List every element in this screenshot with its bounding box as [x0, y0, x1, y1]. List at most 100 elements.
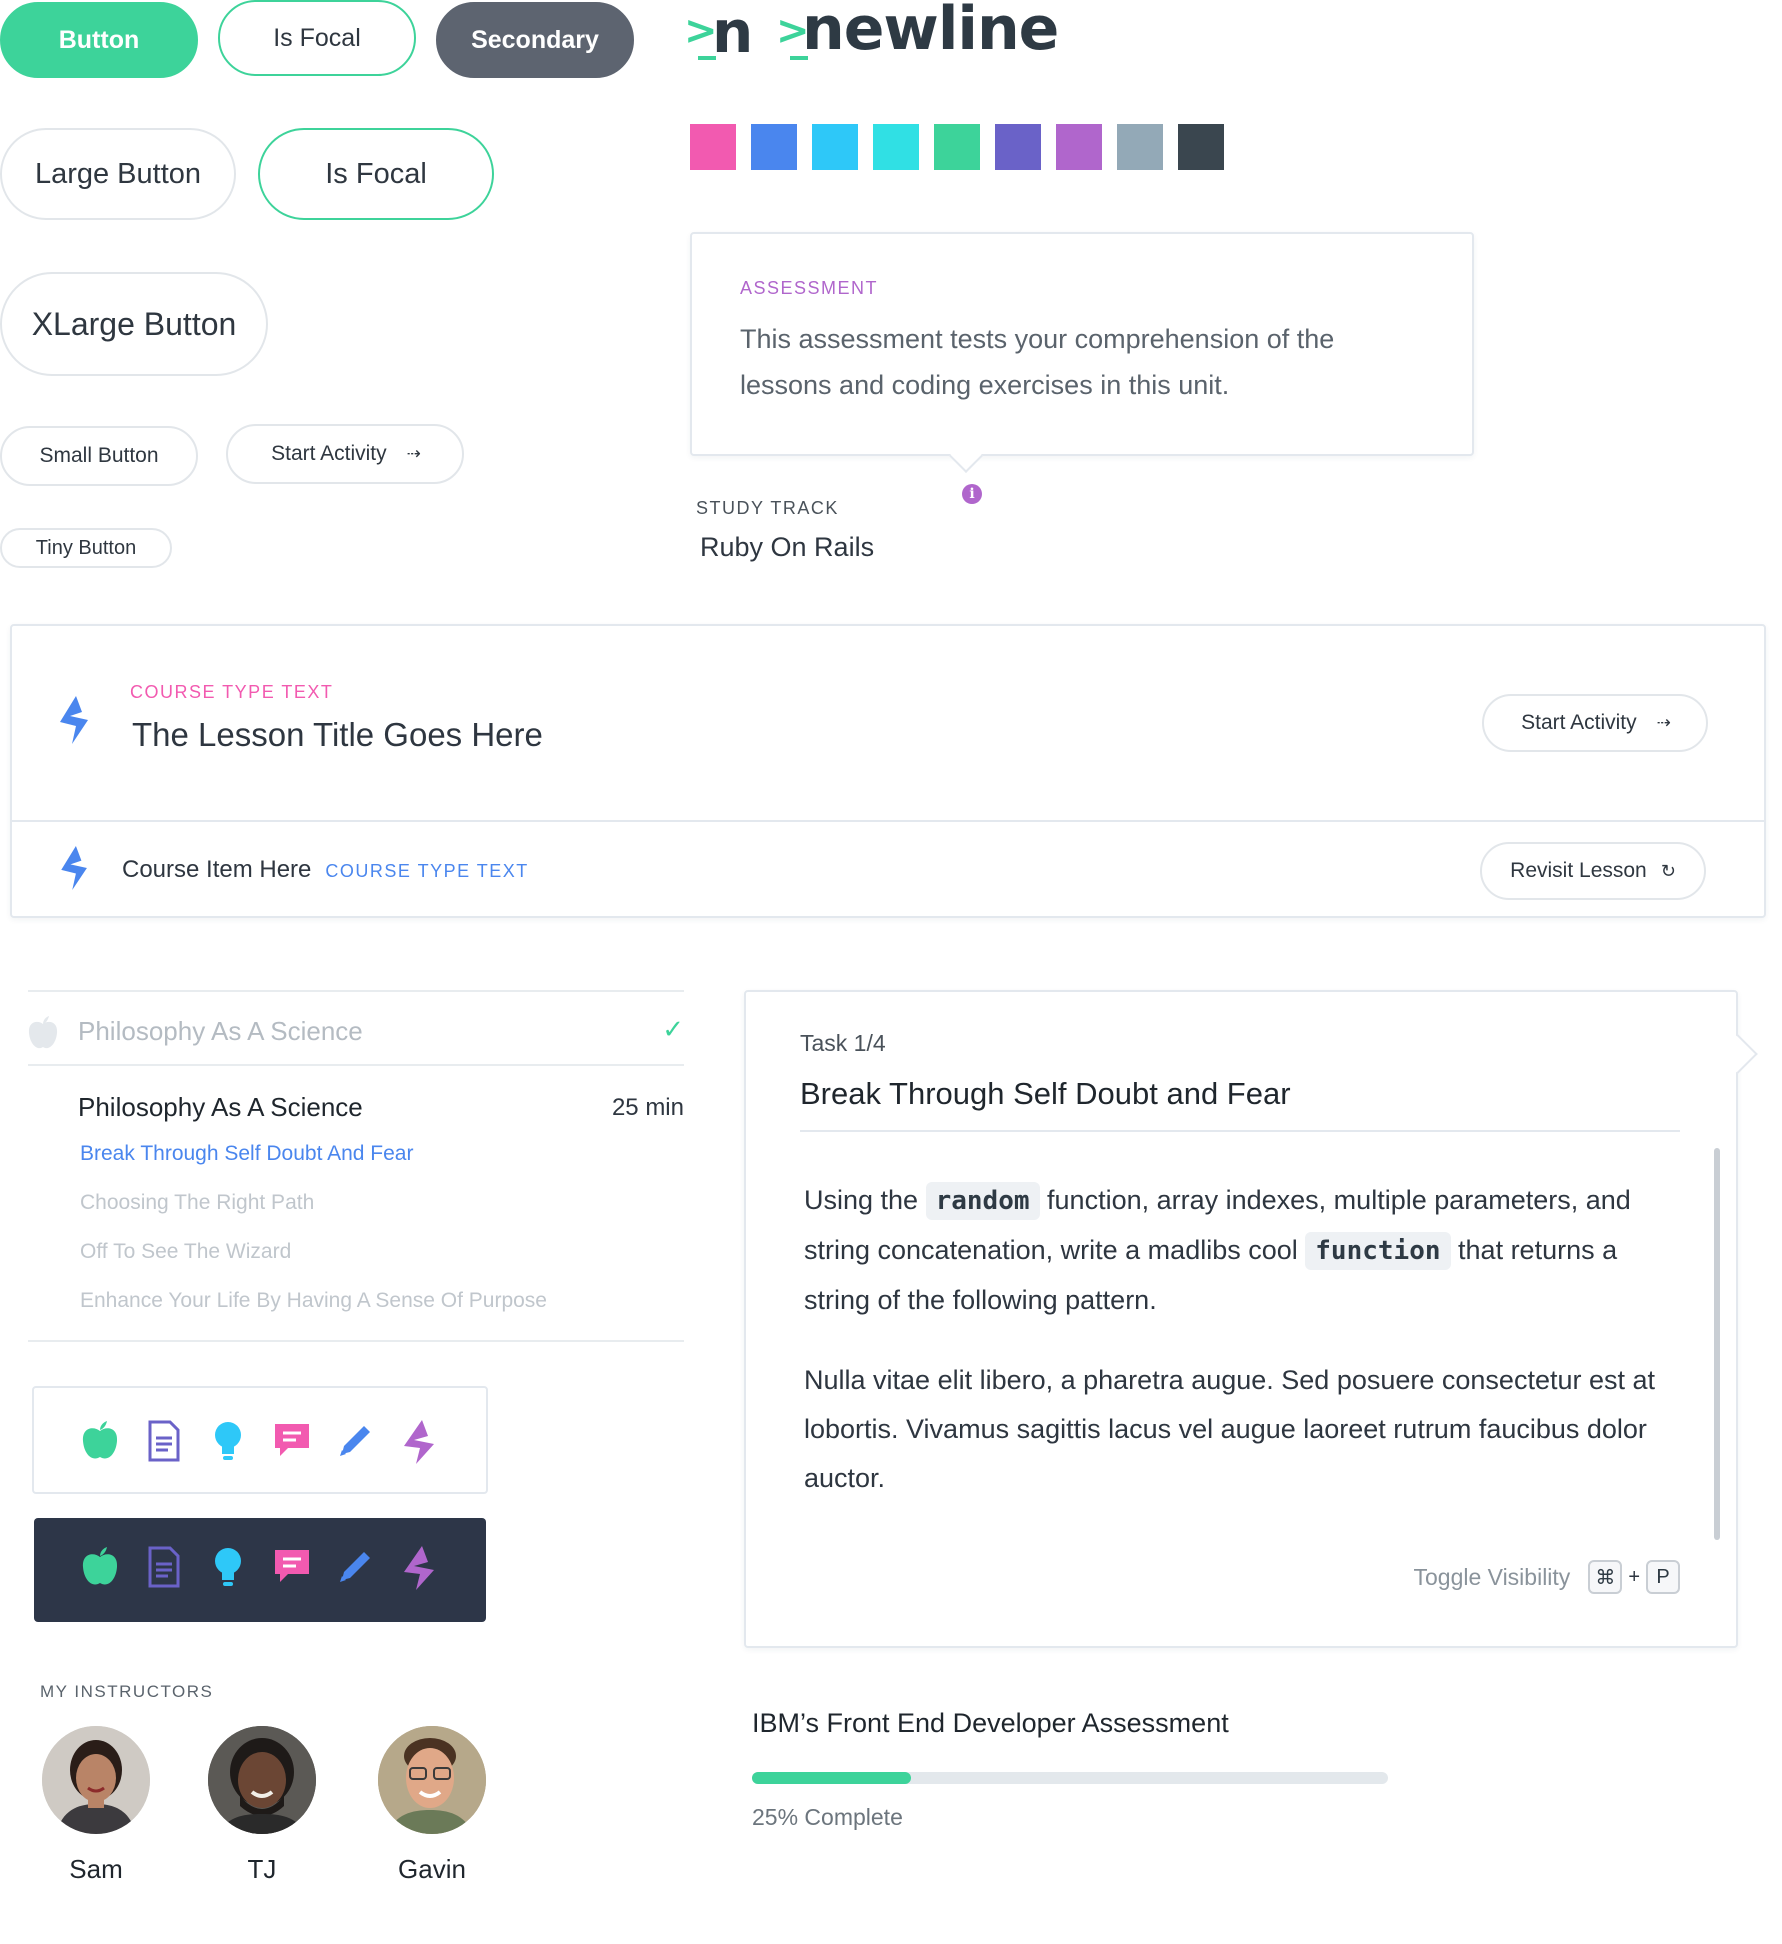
divider [28, 1064, 684, 1066]
color-swatch [1178, 124, 1224, 170]
start-activity-button[interactable]: Start Activity ⇢ [1482, 694, 1708, 752]
chat-icon [272, 1546, 312, 1595]
inline-code: random [925, 1182, 1040, 1220]
color-swatch [934, 124, 980, 170]
apple-icon [80, 1420, 120, 1469]
plus-sign: + [1628, 1565, 1640, 1588]
icon-row-dark [34, 1518, 486, 1622]
progress-fill [752, 1772, 911, 1784]
logo-letter: n [712, 0, 754, 66]
study-track-value: Ruby On Rails [700, 532, 875, 562]
instructor-name: Sam [69, 1854, 123, 1884]
logo-short: > n [684, 0, 774, 66]
lesson-link[interactable]: Enhance Your Life By Having A Sense Of P… [80, 1289, 547, 1313]
check-icon: ✓ [662, 1014, 684, 1044]
divider [12, 820, 1764, 822]
lightbulb-icon [208, 1420, 248, 1469]
lightning-icon [60, 696, 88, 744]
lesson-link[interactable]: Off To See The Wizard [80, 1240, 291, 1264]
is-focal-button[interactable]: Is Focal [218, 0, 416, 76]
revisit-lesson-button[interactable]: Revisit Lesson ↻ [1480, 842, 1706, 900]
assessment-text: This assessment tests your comprehension… [740, 324, 1335, 400]
divider [28, 990, 684, 992]
progress-label: 25% Complete [752, 1804, 903, 1830]
task-description: Using the random function, array indexes… [804, 1176, 1674, 1325]
primary-button[interactable]: Button [0, 2, 198, 78]
progress-bar [752, 1772, 1388, 1784]
task-counter: Task 1/4 [800, 1030, 886, 1056]
lightning-icon [400, 1546, 440, 1595]
assessment-label: ASSESSMENT [740, 278, 879, 298]
pencil-icon [336, 1546, 376, 1595]
inline-code: function [1305, 1232, 1451, 1270]
arrow-right-icon: ⇢ [406, 444, 421, 463]
xlarge-button[interactable]: XLarge Button [0, 272, 268, 376]
lightning-icon [400, 1420, 440, 1469]
refresh-icon: ↻ [1660, 860, 1676, 881]
divider [800, 1130, 1680, 1132]
module-duration: 25 min [611, 1094, 684, 1121]
color-swatch [1056, 124, 1102, 170]
course-item-title: Course Item Here [122, 856, 312, 883]
document-icon [144, 1420, 184, 1469]
logo-wordmark: newline [802, 0, 1059, 64]
course-type-text: COURSE TYPE TEXT [325, 861, 529, 881]
toggle-visibility-label: Toggle Visibility [1413, 1563, 1571, 1590]
color-swatch [690, 124, 736, 170]
avatar-sam[interactable] [42, 1726, 150, 1834]
info-icon[interactable]: i [962, 484, 982, 504]
module-title: Philosophy As A Science [78, 1092, 363, 1122]
small-button[interactable]: Small Button [0, 426, 198, 486]
lightbulb-icon [208, 1546, 248, 1595]
avatar-image [42, 1726, 150, 1834]
task-paragraph: Nulla vitae elit libero, a pharetra augu… [804, 1365, 1656, 1493]
color-swatch [812, 124, 858, 170]
completed-module-title: Philosophy As A Science [78, 1016, 363, 1046]
start-activity-label: Start Activity [271, 442, 387, 465]
instructor-name: Gavin [398, 1854, 466, 1884]
document-icon [144, 1546, 184, 1595]
apple-icon [28, 1016, 58, 1049]
logo-full: > newline [776, 0, 1059, 70]
large-focal-button[interactable]: Is Focal [258, 128, 494, 220]
apple-icon [80, 1546, 120, 1595]
avatar-gavin[interactable] [378, 1726, 486, 1834]
chat-icon [272, 1420, 312, 1469]
lesson-title: The Lesson Title Goes Here [132, 716, 543, 753]
start-activity-button[interactable]: Start Activity ⇢ [226, 424, 464, 484]
color-swatch [995, 124, 1041, 170]
color-swatch [873, 124, 919, 170]
tiny-button[interactable]: Tiny Button [0, 528, 172, 568]
revisit-lesson-label: Revisit Lesson [1510, 859, 1647, 882]
p-key: P [1646, 1560, 1680, 1594]
color-swatch [751, 124, 797, 170]
color-swatch [1117, 124, 1163, 170]
icon-row-light [32, 1386, 488, 1494]
secondary-button[interactable]: Secondary [436, 2, 634, 78]
pencil-icon [336, 1420, 376, 1469]
progress-title: IBM’s Front End Developer Assessment [752, 1708, 1229, 1738]
lightning-icon [61, 846, 87, 890]
course-item-row[interactable]: Course Item Here COURSE TYPE TEXT [122, 856, 529, 884]
course-type-text: COURSE TYPE TEXT [130, 682, 334, 702]
large-button[interactable]: Large Button [0, 128, 236, 220]
toggle-visibility-row[interactable]: Toggle Visibility ⌘ + P [1413, 1560, 1680, 1594]
study-track-label: STUDY TRACK [696, 498, 839, 518]
lesson-link[interactable]: Break Through Self Doubt And Fear [80, 1142, 413, 1166]
task-card: Task 1/4 Break Through Self Doubt and Fe… [744, 990, 1738, 1648]
scrollbar[interactable] [1714, 1148, 1720, 1540]
avatar-image [378, 1726, 486, 1834]
task-title: Break Through Self Doubt and Fear [800, 1076, 1291, 1111]
instructor-name: TJ [247, 1854, 277, 1884]
arrow-right-icon: ⇢ [1656, 713, 1671, 732]
task-text: Using the [804, 1185, 919, 1215]
avatar-tj[interactable] [208, 1726, 316, 1834]
avatar-image [208, 1726, 316, 1834]
command-key: ⌘ [1588, 1560, 1623, 1594]
divider [28, 1340, 684, 1342]
instructors-label: MY INSTRUCTORS [40, 1682, 214, 1701]
lesson-link[interactable]: Choosing The Right Path [80, 1191, 314, 1215]
completed-module-row[interactable]: Philosophy As A Science ✓ [28, 1010, 684, 1060]
lesson-card: COURSE TYPE TEXT The Lesson Title Goes H… [10, 624, 1766, 918]
assessment-tooltip: ASSESSMENT This assessment tests your co… [690, 232, 1474, 456]
